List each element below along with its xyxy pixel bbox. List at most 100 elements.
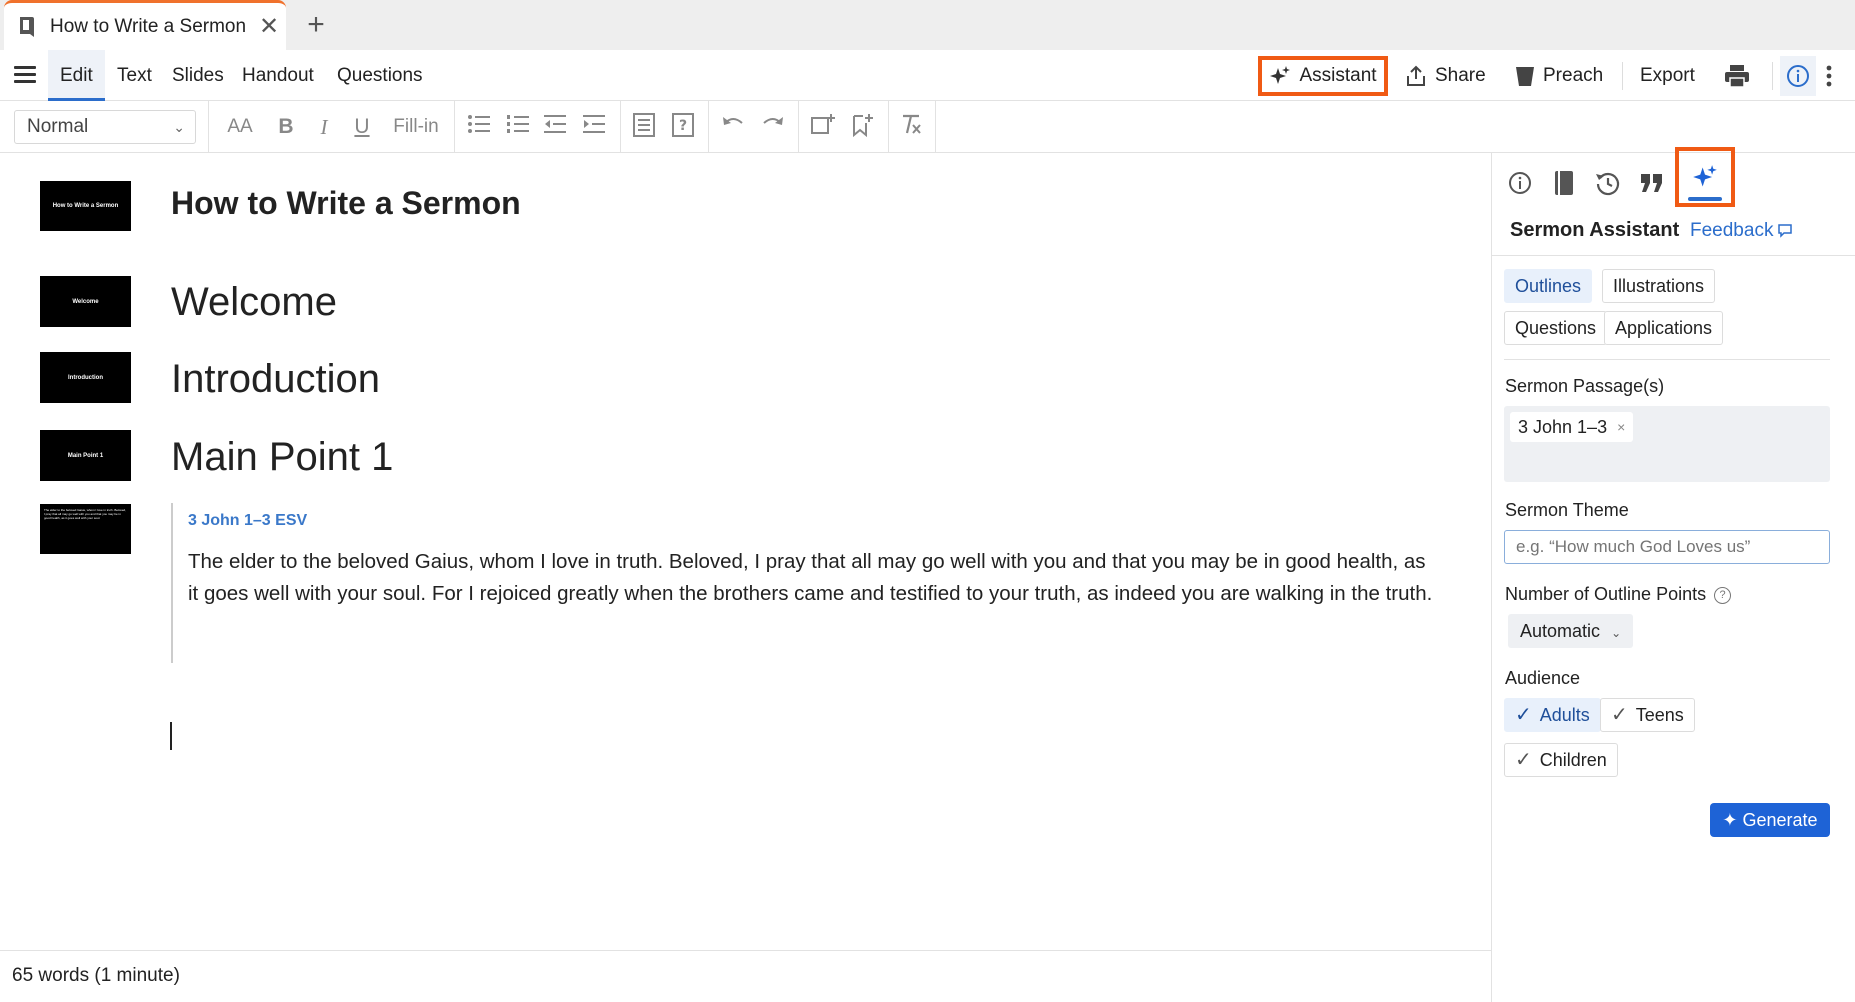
panel-tab-quotes[interactable]	[1632, 163, 1672, 203]
book-icon	[1555, 171, 1573, 195]
outdent-icon[interactable]	[542, 113, 568, 141]
panel-tab-assistant[interactable]	[1675, 147, 1735, 207]
help-icon[interactable]: ?	[1714, 586, 1732, 604]
theme-input[interactable]	[1504, 530, 1830, 564]
heading-main-point-1: Main Point 1	[171, 435, 394, 479]
sparkle-icon	[1693, 165, 1717, 187]
mode-questions[interactable]: Questions	[1504, 311, 1608, 345]
chevron-down-icon: ⌄	[1611, 626, 1622, 640]
audience-children[interactable]: ✓ Children	[1504, 743, 1618, 777]
tab-questions[interactable]: Questions	[325, 50, 435, 101]
outline-points-value: Automatic	[1520, 621, 1601, 641]
font-size-icon[interactable]: AA	[219, 113, 261, 141]
bold-icon[interactable]: B	[272, 113, 300, 141]
slide-thumbnail[interactable]: How to Write a Sermon	[40, 181, 131, 231]
sparkle-icon: ✦	[1722, 810, 1738, 830]
numbered-list-icon[interactable]	[505, 113, 531, 141]
audience-children-label: Children	[1539, 750, 1607, 770]
document-tab[interactable]: How to Write a Sermon ✕	[4, 0, 286, 50]
browser-tab-strip: How to Write a Sermon ✕ +	[0, 0, 1855, 50]
paragraph-style-value: Normal	[27, 116, 89, 137]
passage-tag-label: 3 John 1–3	[1518, 417, 1608, 437]
insert-block-icon[interactable]	[632, 113, 656, 141]
indent-icon[interactable]	[581, 113, 607, 141]
theme-label: Sermon Theme	[1505, 500, 1629, 520]
print-icon	[1725, 65, 1749, 88]
italic-icon[interactable]: I	[310, 113, 338, 141]
info-icon	[1787, 65, 1809, 87]
question-block-icon[interactable]: ?	[670, 113, 696, 141]
panel-tab-history[interactable]	[1588, 163, 1628, 203]
check-icon: ✓	[1515, 704, 1532, 726]
hamburger-menu-icon[interactable]	[14, 64, 36, 86]
chevron-down-icon: ⌄	[173, 119, 185, 135]
preach-label: Preach	[1543, 65, 1604, 86]
sermon-doc-icon	[20, 16, 34, 37]
panel-tab-info[interactable]	[1500, 163, 1540, 203]
pulpit-icon	[1516, 67, 1534, 86]
slide-thumbnail[interactable]: Introduction	[40, 352, 131, 403]
remove-passage-icon[interactable]: ×	[1617, 412, 1625, 442]
close-tab-icon[interactable]: ✕	[252, 12, 286, 41]
share-button[interactable]: Share	[1405, 56, 1486, 96]
redo-icon[interactable]	[760, 113, 786, 141]
share-label: Share	[1435, 65, 1486, 86]
info-button[interactable]	[1780, 56, 1816, 96]
status-bar: 65 words (1 minute)	[0, 950, 1491, 1002]
generate-label: Generate	[1742, 810, 1818, 830]
share-icon	[1407, 65, 1425, 86]
outline-points-select[interactable]: Automatic ⌄	[1508, 614, 1634, 648]
more-options-icon[interactable]	[1822, 56, 1836, 96]
new-tab-button[interactable]: +	[300, 8, 332, 42]
audience-label: Audience	[1505, 668, 1581, 688]
generate-button[interactable]: ✦ Generate	[1710, 803, 1830, 837]
mode-illustrations[interactable]: Illustrations	[1602, 269, 1716, 303]
menu-bar: Edit Text Slides Handout Questions Assis…	[0, 50, 1855, 101]
heading-introduction: Introduction	[171, 357, 381, 401]
assistant-panel: Sermon Assistant Feedback Outlines Illus…	[1491, 147, 1855, 1002]
feedback-link[interactable]: Feedback	[1690, 220, 1793, 242]
clear-formatting-icon[interactable]	[898, 113, 924, 141]
tab-edit[interactable]: Edit	[48, 50, 105, 101]
preach-button[interactable]: Preach	[1515, 56, 1603, 96]
add-slide-icon[interactable]	[810, 113, 836, 141]
svg-text:?: ?	[679, 118, 687, 134]
slide-thumbnail[interactable]: Welcome	[40, 276, 131, 327]
scripture-reference[interactable]: 3 John 1–3 ESV	[188, 512, 1441, 530]
audience-adults[interactable]: ✓ Adults	[1504, 698, 1601, 732]
tab-text[interactable]: Text	[105, 50, 164, 101]
panel-tab-library[interactable]	[1544, 163, 1584, 203]
audience-teens[interactable]: ✓ Teens	[1600, 698, 1695, 732]
tab-slides[interactable]: Slides	[160, 50, 236, 101]
tab-handout[interactable]: Handout	[230, 50, 326, 101]
feedback-label: Feedback	[1690, 220, 1774, 241]
export-button[interactable]: Export	[1640, 56, 1695, 96]
history-icon	[1596, 172, 1620, 196]
assistant-button[interactable]: Assistant	[1258, 56, 1388, 96]
mode-applications[interactable]: Applications	[1604, 311, 1724, 345]
sparkle-icon	[1270, 66, 1291, 84]
panel-title: Sermon Assistant	[1510, 219, 1680, 241]
fill-in-button[interactable]: Fill-in	[388, 113, 444, 141]
tab-title: How to Write a Sermon	[50, 15, 247, 37]
undo-icon[interactable]	[720, 113, 746, 141]
paragraph-style-select[interactable]: Normal ⌄	[14, 110, 196, 144]
scripture-text: The elder to the beloved Gaius, whom I l…	[188, 550, 1433, 605]
passage-tag: 3 John 1–3 ×	[1510, 412, 1634, 442]
passage-input[interactable]: 3 John 1–3 ×	[1504, 406, 1830, 482]
mode-outlines[interactable]: Outlines	[1504, 269, 1593, 303]
audience-adults-label: Adults	[1539, 705, 1590, 725]
bullet-list-icon[interactable]	[466, 113, 492, 141]
quote-icon	[1641, 174, 1662, 192]
heading-welcome: Welcome	[171, 280, 337, 324]
comment-icon	[1778, 224, 1793, 238]
slide-thumbnail[interactable]: Main Point 1	[40, 430, 131, 481]
check-icon: ✓	[1515, 749, 1532, 771]
print-button[interactable]	[1724, 56, 1758, 96]
audience-teens-label: Teens	[1635, 705, 1684, 725]
document-title: How to Write a Sermon	[171, 185, 521, 221]
scripture-block: 3 John 1–3 ESV The elder to the beloved …	[171, 503, 1441, 663]
slide-thumbnail[interactable]: The elder to the beloved Gaius, whom I l…	[40, 504, 131, 554]
underline-icon[interactable]: U	[348, 113, 376, 141]
add-bookmark-icon[interactable]	[849, 113, 875, 141]
